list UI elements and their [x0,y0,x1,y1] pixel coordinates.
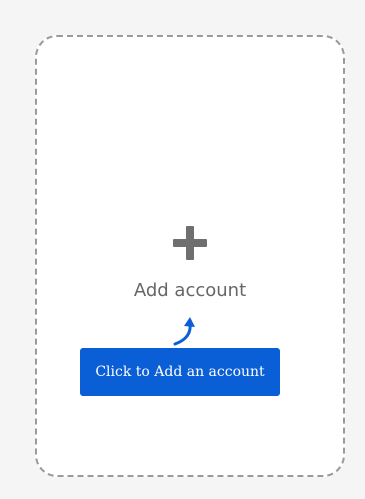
plus-icon[interactable] [170,223,210,263]
add-account-label[interactable]: Add account [0,277,365,305]
add-account-callout[interactable]: Click to Add an account [80,348,280,396]
curved-arrow-up-icon [170,308,204,350]
